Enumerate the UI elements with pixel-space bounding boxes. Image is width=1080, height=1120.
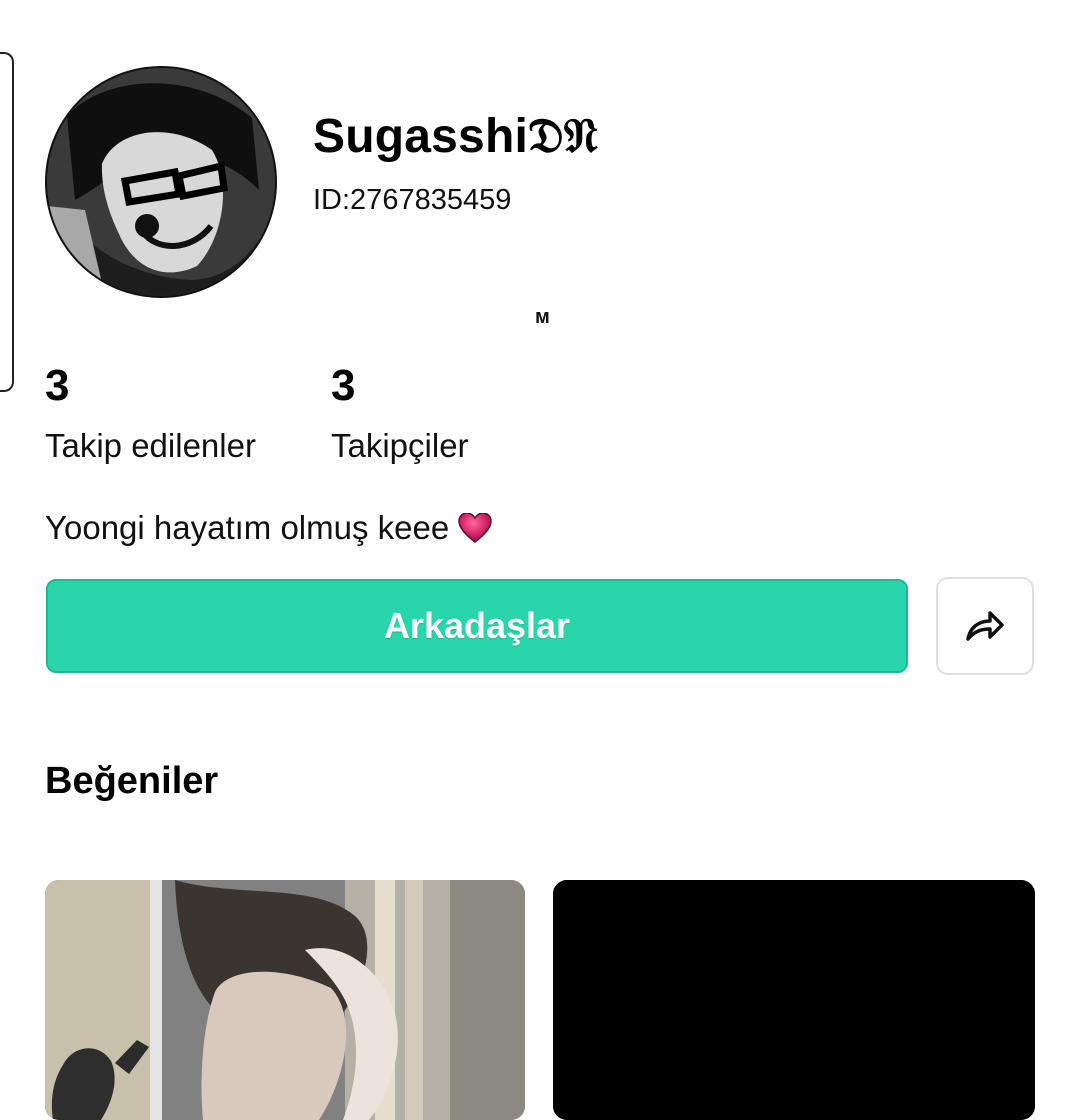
avatar-photo xyxy=(47,68,275,296)
liked-post-thumbnail[interactable] xyxy=(553,880,1035,1120)
followers-count: 3 xyxy=(331,361,356,410)
following-stat[interactable]: 3 Takip edilenler xyxy=(45,360,256,466)
profile-badge-mark: ᴍ xyxy=(535,306,550,328)
following-count: 3 xyxy=(45,361,70,410)
left-panel-edge xyxy=(0,52,14,392)
bio-text: Yoongi hayatım olmuş keee xyxy=(45,509,450,546)
liked-post-thumbnail[interactable] xyxy=(45,880,525,1120)
friends-button[interactable]: Arkadaşlar xyxy=(46,579,908,673)
likes-section-title: Beğeniler xyxy=(45,760,219,802)
liked-post-image xyxy=(553,880,1035,1120)
profile-id: ID:2767835459 xyxy=(313,184,512,216)
share-icon xyxy=(966,611,1004,641)
profile-bio: Yoongi hayatım olmuş keee xyxy=(45,508,493,548)
profile-username: Sugasshi𝔇𝔑 xyxy=(313,110,599,163)
heart-icon xyxy=(458,512,493,543)
liked-post-image xyxy=(45,880,525,1120)
avatar[interactable] xyxy=(45,66,277,298)
followers-label: Takipçiler xyxy=(331,427,469,464)
share-button[interactable] xyxy=(936,577,1034,675)
followers-stat[interactable]: 3 Takipçiler xyxy=(331,360,469,466)
following-label: Takip edilenler xyxy=(45,427,256,464)
